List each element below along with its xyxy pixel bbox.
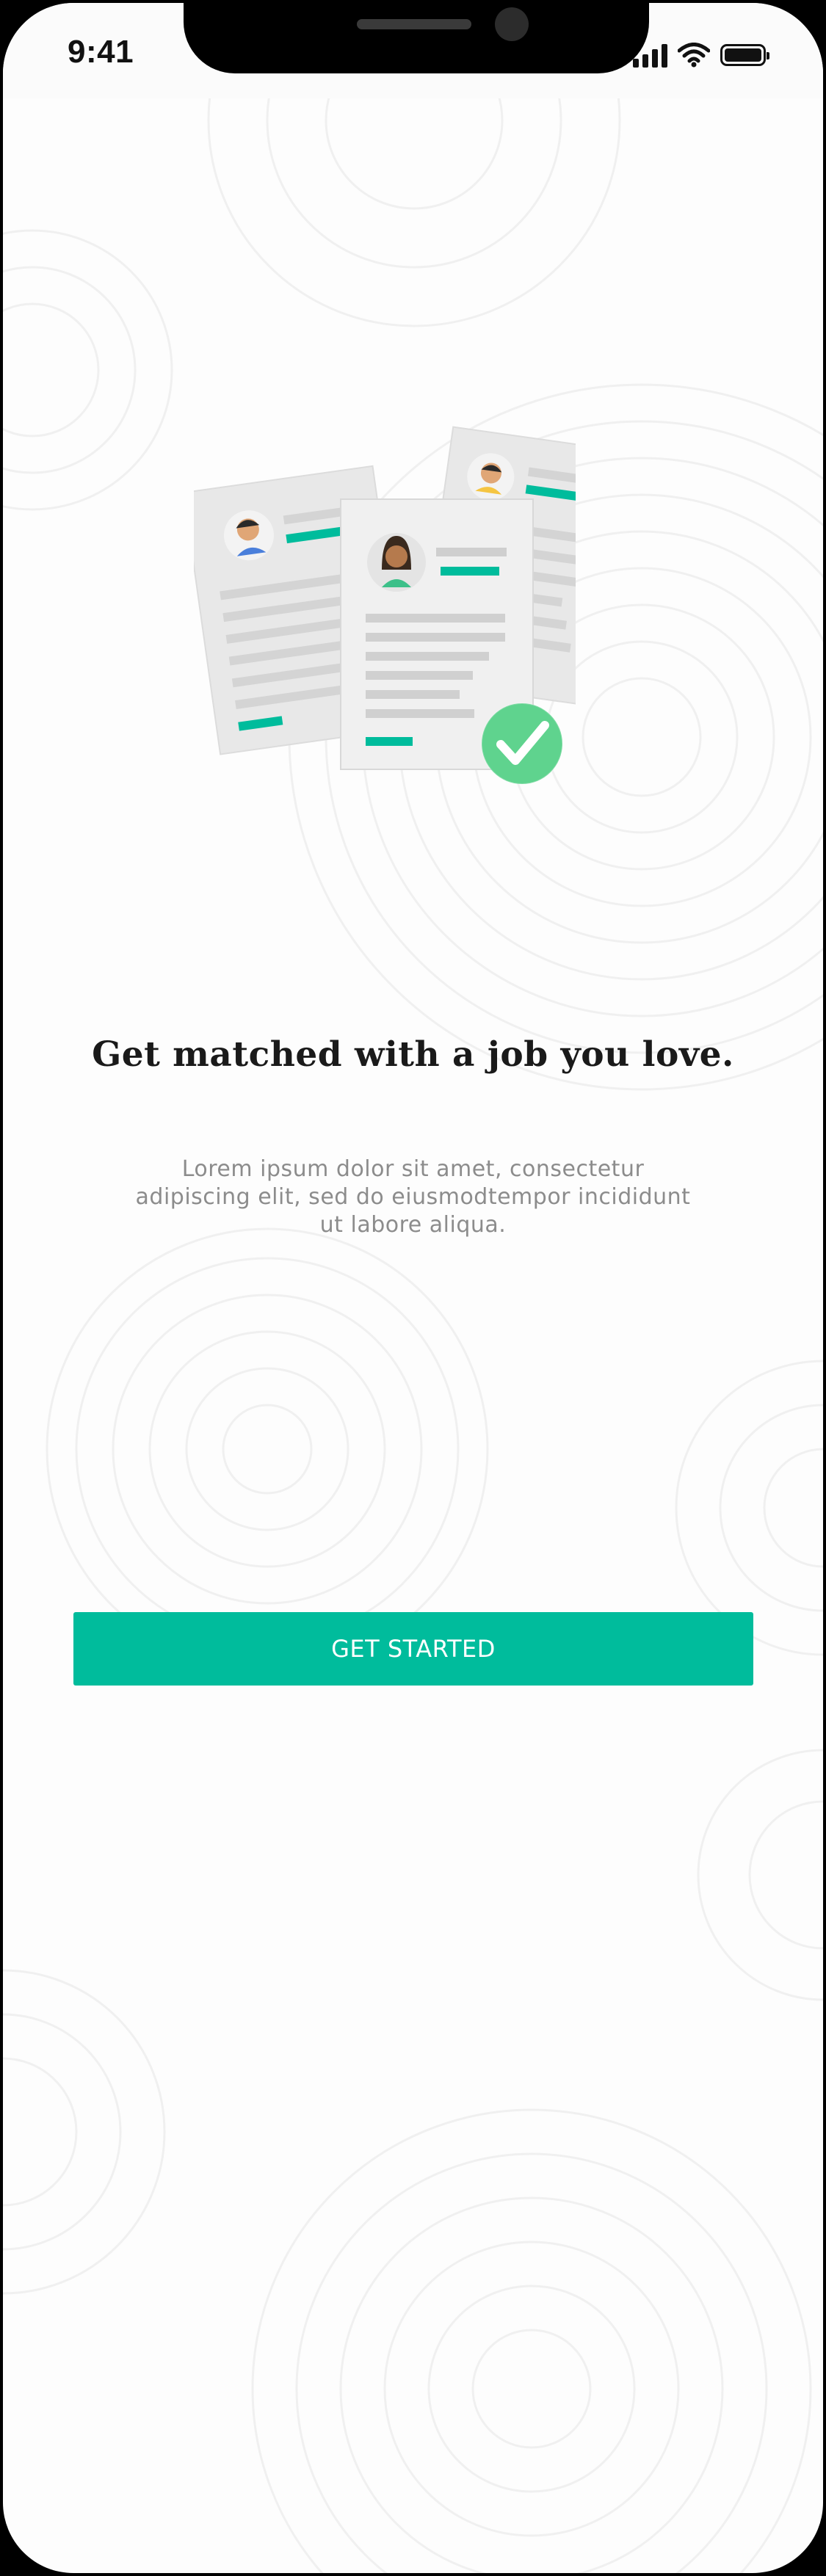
background-pattern (3, 3, 823, 2573)
status-time: 9:41 (68, 34, 134, 70)
phone-frame: 9:41 Get matched with a job you love. Lo… (0, 0, 826, 2576)
front-camera (495, 7, 529, 41)
status-bar: 9:41 (3, 3, 823, 98)
cellular-signal-icon (633, 43, 667, 68)
get-started-button[interactable]: GET STARTED (73, 1612, 753, 1686)
status-icons (633, 38, 769, 68)
battery-icon (720, 44, 769, 66)
notch (184, 3, 649, 73)
speaker-grille (357, 19, 471, 29)
onboarding-headline: Get matched with a job you love. (92, 1034, 734, 1075)
onboarding-description: Lorem ipsum dolor sit amet, consectetur … (135, 1156, 691, 1238)
checkmark-badge-icon (481, 703, 563, 785)
resume-documents-illustration (194, 426, 576, 785)
app-screen: 9:41 Get matched with a job you love. Lo… (3, 3, 823, 2573)
wifi-icon (678, 43, 710, 68)
